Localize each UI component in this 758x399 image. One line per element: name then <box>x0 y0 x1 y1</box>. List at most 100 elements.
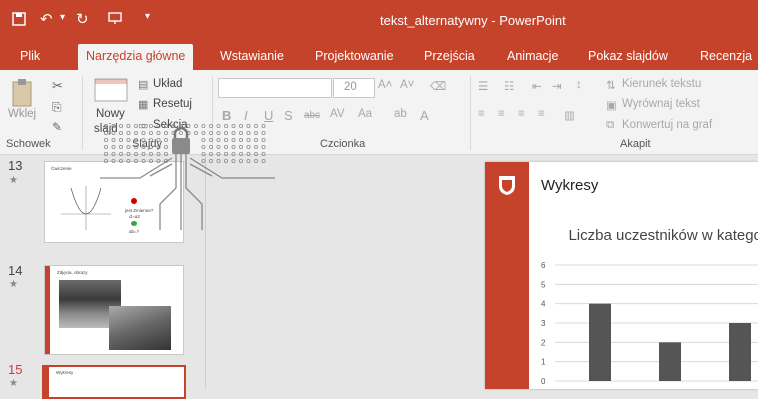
watermark-dot <box>216 159 221 164</box>
reset-button[interactable]: Resetuj <box>153 98 192 110</box>
y-tick-label: 5 <box>541 280 546 289</box>
ribbon-tabs: Plik Narzędzia główne Wstawianie Projekt… <box>0 44 758 70</box>
watermark-dot <box>224 159 229 164</box>
title-bar: ↶ ▾ ↻ ▾ tekst_alternatywny - PowerPoint <box>0 0 758 44</box>
tab-pokaz-slajdow[interactable]: Pokaz slajdów <box>588 44 668 70</box>
chart-title: Liczba uczestników w kategorii <box>568 227 758 244</box>
thumb-accent-bar <box>44 367 49 397</box>
layout-button[interactable]: Układ <box>153 78 182 90</box>
align-left-icon[interactable]: ≡ <box>478 108 485 120</box>
slide-thumbnail-pane: 13 ★ Ćwiczenie jest Zmienne? cl=a2 ab=? … <box>0 155 205 399</box>
university-logo-icon <box>499 176 515 195</box>
new-slide-icon[interactable] <box>94 78 128 109</box>
new-slide-label[interactable]: Nowy <box>96 108 125 120</box>
numbering-icon[interactable]: ☷ <box>504 79 514 93</box>
format-painter-icon[interactable]: ✎ <box>52 120 62 134</box>
font-name-input[interactable] <box>218 78 332 98</box>
slides-group-label: Slajdy <box>132 138 162 150</box>
paste-label[interactable]: Wklej <box>8 108 36 120</box>
convert-smartart-button[interactable]: Konwertuj na graf <box>622 119 712 131</box>
red-dot <box>131 198 137 204</box>
y-tick-label: 6 <box>541 261 546 270</box>
shrink-font-icon[interactable]: A˅ <box>400 79 414 91</box>
y-tick-label: 1 <box>541 358 546 367</box>
slide-number: 15 <box>8 362 23 377</box>
parabola-graph <box>61 186 111 230</box>
copy-icon[interactable]: ⎘ <box>52 100 62 115</box>
thumb-title: Wykresy <box>56 370 74 375</box>
align-right-icon[interactable]: ≡ <box>518 108 525 120</box>
highlight-icon[interactable]: ab <box>394 108 407 120</box>
columns-icon[interactable]: ▥ <box>564 108 575 122</box>
bar-2[interactable] <box>729 323 751 381</box>
save-icon[interactable] <box>12 12 26 30</box>
reset-icon[interactable]: ▦ <box>138 98 148 111</box>
decrease-indent-icon[interactable]: ⇤ <box>532 79 542 93</box>
text-direction-button[interactable]: Kierunek tekstu <box>622 78 701 90</box>
font-color-icon[interactable]: A <box>420 108 429 123</box>
smartart-icon[interactable]: ⧉ <box>606 119 614 132</box>
font-group-label: Czcionka <box>320 138 366 150</box>
customize-toolbar-icon[interactable]: ▾ <box>145 11 150 22</box>
tab-wstawianie[interactable]: Wstawianie <box>220 44 284 70</box>
tab-plik[interactable]: Plik <box>20 44 40 70</box>
start-slideshow-icon[interactable] <box>107 10 123 30</box>
font-size-input[interactable]: 20 <box>333 78 375 98</box>
tab-projektowanie[interactable]: Projektowanie <box>315 44 394 70</box>
cut-icon[interactable]: ✂ <box>52 78 63 94</box>
slide-number: 14 <box>8 263 23 278</box>
clipboard-group-label: Schowek <box>6 138 51 150</box>
slide-title[interactable]: Wykresy <box>541 177 598 194</box>
section-icon[interactable]: ▭ <box>138 119 148 132</box>
watermark-dot <box>253 159 258 164</box>
slide-thumbnail-15[interactable]: Wykresy <box>42 365 186 399</box>
section-button[interactable]: Sekcja <box>153 119 188 131</box>
thumb-text: jest Zmienne? <box>125 208 154 213</box>
bullets-icon[interactable]: ☰ <box>478 79 488 93</box>
group-divider <box>82 76 83 150</box>
slide-accent-bar <box>485 162 529 389</box>
animation-star-icon: ★ <box>9 175 18 186</box>
bar-1[interactable] <box>659 342 681 381</box>
tab-recenzja[interactable]: Recenzja <box>700 44 752 70</box>
slide-thumbnail-14[interactable]: Zdjęcia, obrazy <box>44 265 184 355</box>
pane-divider[interactable] <box>205 155 206 389</box>
shadow-icon[interactable]: S <box>284 108 293 123</box>
thumb-accent-bar <box>45 266 50 354</box>
undo-icon[interactable]: ↶ <box>40 10 53 28</box>
group-divider <box>212 76 213 150</box>
tab-animacje[interactable]: Animacje <box>507 44 558 70</box>
watermark-dot <box>238 159 243 164</box>
align-center-icon[interactable]: ≡ <box>498 108 505 120</box>
animation-star-icon: ★ <box>9 279 18 290</box>
new-slide-label-2[interactable]: slajd <box>94 123 118 135</box>
bold-icon[interactable]: B <box>222 108 231 123</box>
justify-icon[interactable]: ≡ <box>538 108 545 120</box>
line-spacing-icon[interactable]: ↕ <box>576 79 582 91</box>
underline-icon[interactable]: U <box>264 108 273 123</box>
grow-font-icon[interactable]: A˄ <box>378 79 392 91</box>
chevron-down-icon[interactable]: ▾ <box>60 12 65 23</box>
align-text-icon[interactable]: ▣ <box>606 98 617 112</box>
y-tick-label: 0 <box>541 377 546 386</box>
strikethrough-icon[interactable]: abc <box>304 110 320 121</box>
slide-thumbnail-13[interactable]: Ćwiczenie jest Zmienne? cl=a2 ab=? <box>44 161 184 243</box>
align-text-button[interactable]: Wyrównaj tekst <box>622 98 700 110</box>
increase-indent-icon[interactable]: ⇥ <box>552 79 562 93</box>
group-divider <box>470 76 471 150</box>
tab-narzedzia-glowne[interactable]: Narzędzia główne <box>78 44 194 70</box>
main-slide-canvas[interactable]: Wykresy Liczba uczestników w kategorii 0… <box>485 162 758 389</box>
italic-icon[interactable]: I <box>244 108 248 123</box>
redo-icon[interactable]: ↻ <box>76 10 89 28</box>
tab-przejscia[interactable]: Przejścia <box>424 44 475 70</box>
layout-icon[interactable]: ▤ <box>138 78 148 91</box>
clear-format-icon[interactable]: ⌫ <box>430 79 446 93</box>
bar-chart[interactable]: 0 1 2 3 4 5 6 <box>531 257 758 389</box>
watermark-dot <box>246 159 251 164</box>
change-case-icon[interactable]: Aa <box>358 108 372 120</box>
character-spacing-icon[interactable]: AV <box>330 108 345 120</box>
bar-0[interactable] <box>589 303 611 381</box>
y-tick-label: 2 <box>541 338 546 347</box>
slide-number: 13 <box>8 158 23 173</box>
text-direction-icon[interactable]: ⇅ <box>606 78 616 92</box>
